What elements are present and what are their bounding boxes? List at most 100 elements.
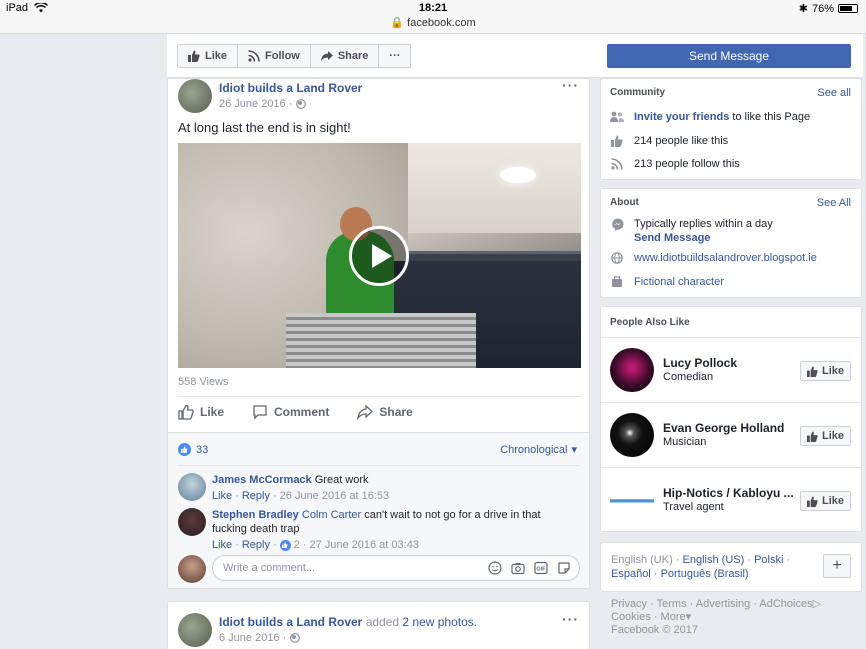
footer-advertising-link[interactable]: Advertising (696, 598, 750, 610)
comment-reaction-count[interactable]: 2 (294, 538, 300, 552)
commenter-name[interactable]: Stephen Bradley (212, 509, 299, 521)
send-message-button[interactable]: Send Message (607, 44, 851, 68)
post-date[interactable]: 6 June 2016 · (219, 632, 301, 644)
language-option[interactable]: Polski (754, 554, 783, 566)
comment-input[interactable]: Write a comment... GIF (212, 555, 580, 581)
comment-body: James McCormack Great work Like · Reply · … (212, 473, 572, 503)
suggested-page-category: Comedian (663, 371, 714, 383)
post-options-icon[interactable]: ··· (562, 611, 579, 627)
language-option[interactable]: English (US) (683, 554, 745, 566)
video-frame-grille (286, 313, 476, 368)
response-time-text: Typically replies within a day (634, 218, 773, 230)
caret-down-icon: ▾ (571, 444, 577, 456)
commenter-avatar[interactable] (178, 508, 206, 536)
page-follows-count[interactable]: 213 people follow this (634, 157, 740, 171)
post-object-link[interactable]: 2 new photos. (402, 615, 477, 629)
post-card: Idiot builds a Land Rover added 2 new ph… (167, 601, 590, 649)
separator: · (747, 554, 752, 566)
post-like-button[interactable]: Like (178, 404, 224, 420)
website-link[interactable]: www.idiotbuildsalandrover.blogspot.ie (634, 251, 817, 265)
suggested-page-name[interactable]: Hip-Notics / Kabloyu ... (663, 486, 794, 500)
response-row: Typically replies within a day Send Messa… (610, 217, 773, 245)
suggested-page-name[interactable]: Evan George Holland (663, 421, 784, 435)
suggested-page-name[interactable]: Lucy Pollock (663, 356, 737, 370)
footer-privacy-link[interactable]: Privacy (611, 598, 647, 610)
footer-more-link[interactable]: More (661, 611, 686, 623)
suggested-page-avatar[interactable] (610, 493, 654, 509)
about-see-all-link[interactable]: See All (817, 197, 851, 209)
comment-reply-link[interactable]: Reply (242, 538, 270, 552)
suggested-page-avatar[interactable] (610, 413, 654, 457)
messenger-icon (610, 217, 624, 231)
page-avatar[interactable] (178, 79, 212, 113)
tagged-person-link[interactable]: Colm Carter (302, 509, 361, 521)
suggested-page-avatar[interactable] (610, 348, 654, 392)
camera-icon[interactable] (511, 561, 525, 575)
comment-text: Great work (314, 474, 369, 486)
comment-time[interactable]: 26 June 2016 at 16:53 (280, 489, 389, 503)
post-share-button[interactable]: Share (357, 404, 413, 420)
play-icon (372, 244, 392, 268)
post-author-link[interactable]: Idiot builds a Land Rover (219, 615, 362, 629)
language-list: English (UK) · English (US) · Polski · E… (611, 553, 811, 581)
post-author-link[interactable]: Idiot builds a Land Rover (219, 81, 362, 95)
commenter-name[interactable]: James McCormack (212, 474, 312, 486)
separator: · (689, 598, 694, 610)
page-header: Like Follow Share ··· Send Message (167, 34, 863, 78)
reaction-summary[interactable]: 33 (178, 443, 208, 456)
sticker-icon[interactable] (557, 561, 571, 575)
suggested-page-row: Lucy Pollock Comedian Like (601, 337, 861, 402)
post-header-text: Idiot builds a Land Rover added 2 new ph… (219, 615, 477, 629)
commenter-avatar[interactable] (178, 473, 206, 501)
suggested-page-category: Travel agent (663, 501, 724, 513)
separator: · (753, 598, 757, 610)
community-box: Community See all Invite your friends to… (600, 78, 862, 180)
post-date-text: 6 June 2016 · (219, 632, 287, 644)
play-button[interactable] (349, 226, 409, 286)
comment-like-link[interactable]: Like (212, 489, 232, 503)
comment-reply-link[interactable]: Reply (242, 489, 270, 503)
suggested-page-like-label: Like (821, 365, 844, 377)
post-date[interactable]: 26 June 2016 · (219, 98, 307, 110)
page-follow-button[interactable]: Follow (238, 45, 311, 67)
footer-terms-link[interactable]: Terms (657, 598, 687, 610)
address-bar[interactable]: 🔒 facebook.com (0, 16, 866, 29)
page-share-button[interactable]: Share (311, 45, 380, 67)
post-options-icon[interactable]: ··· (562, 77, 579, 93)
post-comment-button[interactable]: Comment (252, 404, 329, 420)
page-action-bar: Like Follow Share ··· (177, 44, 412, 68)
globe-icon (290, 633, 301, 643)
follows-row: 213 people follow this (610, 157, 740, 171)
suggested-page-like-button[interactable]: Like (799, 426, 851, 446)
suggested-page-like-button[interactable]: Like (799, 491, 851, 511)
gif-icon[interactable]: GIF (534, 561, 548, 575)
adchoices-icon: ▷ (812, 598, 822, 610)
language-option[interactable]: Português (Brasil) (661, 568, 749, 580)
page-avatar[interactable] (178, 613, 212, 647)
post-date-text: 26 June 2016 · (219, 98, 293, 110)
comment-time[interactable]: 27 June 2016 at 03:43 (309, 538, 418, 552)
page-like-button[interactable]: Like (178, 45, 239, 67)
browser-status-bar: iPad 18:21 🔒 facebook.com ✱ 76% (0, 0, 866, 34)
emoji-icon[interactable] (488, 561, 502, 575)
suggested-page-like-button[interactable]: Like (799, 361, 851, 381)
comment-order-dropdown[interactable]: Chronological ▾ (500, 443, 577, 457)
more-languages-button[interactable]: + (823, 554, 851, 578)
footer: Privacy · Terms · Advertising · AdChoice… (611, 598, 861, 637)
video-frame-ceiling (408, 143, 581, 233)
community-see-all-link[interactable]: See all (817, 87, 851, 99)
video-player[interactable] (178, 143, 581, 368)
page-likes-count[interactable]: 214 people like this (634, 134, 728, 148)
separator: · (786, 554, 791, 566)
invite-friends-link[interactable]: Invite your friends (634, 111, 729, 123)
category-link[interactable]: Fictional character (634, 275, 724, 289)
about-send-message-link[interactable]: Send Message (634, 232, 710, 244)
community-title: Community (610, 87, 665, 98)
footer-adchoices-link[interactable]: AdChoices (759, 598, 812, 610)
comments-section: 33 Chronological ▾ James McCormack Great… (168, 432, 589, 588)
language-option[interactable]: Español (611, 568, 651, 580)
footer-cookies-link[interactable]: Cookies (611, 611, 651, 623)
thumbs-up-icon (610, 134, 624, 148)
comment-like-link[interactable]: Like (212, 538, 232, 552)
page-more-button[interactable]: ··· (379, 45, 410, 67)
